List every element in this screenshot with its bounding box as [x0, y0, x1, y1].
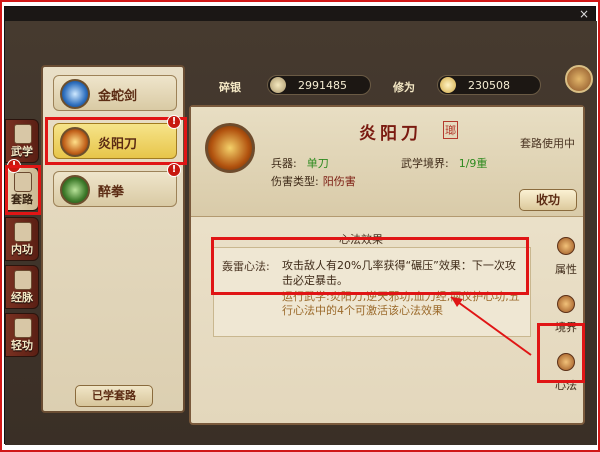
- silver-value: 2991485: [298, 79, 347, 92]
- cultivation-counter: 230508: [437, 75, 541, 95]
- highlight-frame-routines: [5, 165, 41, 215]
- cultivation-coin-icon: [440, 77, 456, 93]
- book-icon: [14, 124, 32, 144]
- highlight-frame-mind-method-tab: [537, 323, 585, 383]
- silver-label: 碎银: [219, 81, 241, 94]
- tab-lightness-skill[interactable]: 轻功: [5, 313, 39, 357]
- cultivation-label: 修为: [393, 81, 415, 94]
- collect-power-button[interactable]: 收功: [519, 189, 577, 211]
- skill-title: 炎阳刀: [359, 124, 422, 144]
- silver-counter: 2991485: [267, 75, 371, 95]
- tab-attributes[interactable]: 属性: [551, 233, 581, 285]
- highlight-frame-selected-skill: [45, 117, 187, 165]
- tab-internal-skill[interactable]: 内功: [5, 217, 39, 261]
- fist-icon: [60, 175, 90, 205]
- title-bar: ×: [5, 7, 595, 21]
- skill-detail-header: 炎阳刀 瑯 套路使用中 兵器: 单刀 武学境界: 1/9重 伤害类型: 阳伤害 收功: [191, 107, 583, 217]
- realm-label: 武学境界:: [401, 157, 449, 170]
- routine-status: 套路使用中: [520, 137, 575, 150]
- silver-coin-icon: [270, 77, 286, 93]
- alert-badge: !: [167, 115, 181, 129]
- realm-icon: [557, 295, 575, 313]
- attributes-icon: [557, 237, 575, 255]
- weapon-attr: 兵器: 单刀: [271, 155, 329, 171]
- tab-label: 轻功: [11, 339, 33, 352]
- learned-routines-button[interactable]: 已学套路: [75, 385, 153, 407]
- skill-name: 醉拳: [98, 185, 125, 200]
- skill-item-drunken-fist[interactable]: 醉拳: [53, 171, 177, 207]
- tab-martial-arts[interactable]: 武学: [5, 119, 39, 163]
- skill-name: 金蛇剑: [98, 89, 138, 104]
- character-portrait-icon[interactable]: [565, 65, 593, 93]
- figure-icon: [14, 222, 32, 242]
- skill-item-golden-snake-sword[interactable]: 金蛇剑: [53, 75, 177, 111]
- highlight-frame-effect: [211, 237, 529, 295]
- sword-icon: [60, 79, 90, 109]
- flame-blade-skill-icon: [205, 123, 255, 173]
- tab-label: 属性: [555, 263, 577, 276]
- running-figure-icon: [14, 318, 32, 338]
- tab-label: 武学: [11, 145, 33, 158]
- alert-badge: !: [167, 163, 181, 177]
- game-window: × 武学 套路 ! 内功 经脉 轻功 金蛇剑 炎阳刀 醉拳 ! ! 已学套路 碎…: [4, 6, 597, 445]
- cultivation-value: 230508: [468, 79, 510, 92]
- weapon-label: 兵器:: [271, 157, 297, 170]
- meridian-icon: [14, 270, 32, 290]
- damage-type-attr: 伤害类型: 阳伤害: [271, 173, 356, 189]
- game-area: 武学 套路 ! 内功 经脉 轻功 金蛇剑 炎阳刀 醉拳 ! ! 已学套路 碎银 …: [5, 21, 597, 445]
- damage-type-value: 阳伤害: [322, 175, 356, 188]
- window-close-button[interactable]: ×: [579, 7, 589, 21]
- title-seal-stamp: 瑯: [443, 121, 458, 139]
- tab-label: 经脉: [11, 291, 33, 304]
- tab-label: 内功: [11, 243, 33, 256]
- weapon-value: 单刀: [306, 157, 329, 170]
- tab-meridians[interactable]: 经脉: [5, 265, 39, 309]
- damage-type-label: 伤害类型:: [271, 175, 319, 188]
- realm-value: 1/9重: [458, 157, 488, 170]
- realm-attr: 武学境界: 1/9重: [401, 155, 487, 171]
